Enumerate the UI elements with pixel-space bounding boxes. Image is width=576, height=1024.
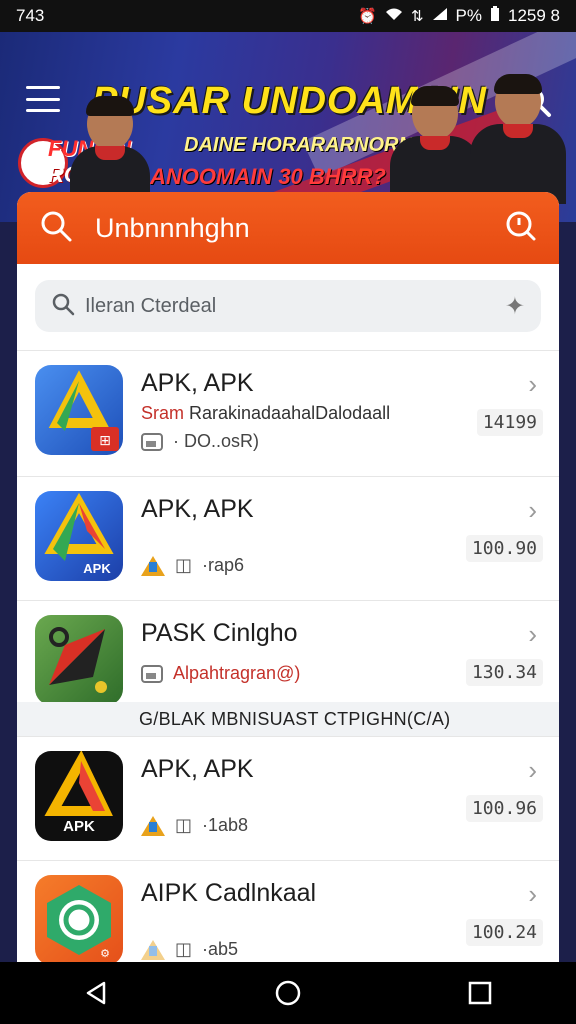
status-time: 743 <box>16 6 45 25</box>
chevron-right-icon[interactable]: › <box>528 495 537 526</box>
chat-icon: ⚙ <box>35 875 123 962</box>
drive-small-icon <box>141 939 165 960</box>
chevron-right-icon[interactable]: › <box>528 755 537 786</box>
app-desc: Sram RarakinadaahalDalodaall <box>141 403 390 424</box>
chevron-right-icon[interactable]: › <box>528 879 537 910</box>
apk-black-icon: APK <box>35 751 123 841</box>
app-price: 100.96 <box>465 795 543 822</box>
app-name: APK, APK <box>141 755 254 783</box>
sheet-title: Unbnnnhghn <box>95 212 250 243</box>
signal-icon <box>432 7 448 25</box>
recents-icon[interactable] <box>460 973 500 1013</box>
box-icon: ◫ <box>175 815 193 835</box>
app-price: 100.24 <box>465 919 543 946</box>
navigation-bar <box>0 962 576 1024</box>
drive-apk-icon: APK <box>35 491 123 581</box>
list-item[interactable]: APK APK, APK ◫ ·1ab8 › 100.96 <box>17 736 559 860</box>
status-icons: ⏰ ⇅ P% 1259 8 <box>358 6 560 26</box>
search-placeholder: Ileran Cterdeal <box>85 294 217 317</box>
box-icon: ◫ <box>175 555 193 575</box>
sheet-header: Unbnnnhghn <box>17 192 559 264</box>
drive-small-icon <box>141 815 165 836</box>
menu-icon[interactable] <box>26 86 60 112</box>
app-name: AIPK Cadlnkaal <box>141 879 317 907</box>
app-meta: · DO..osR) <box>141 431 259 452</box>
app-meta-text: · DO..osR) <box>173 431 260 451</box>
data-icon: ⇅ <box>410 8 424 25</box>
banner-subtitle-2: ANOOMAIN 30 BHRR? <box>150 164 386 189</box>
list-item[interactable]: ⚙ AIPK Cadlnkaal ◫ ·ab5 › 100.24 <box>17 860 559 962</box>
app-meta: ◫ ·ab5 <box>141 939 238 960</box>
sparkle-icon[interactable]: ✦ <box>505 292 525 321</box>
svg-text:⚙: ⚙ <box>100 948 110 960</box>
alarm-icon: ⏰ <box>358 8 377 25</box>
app-name: PASK Cinlgho <box>141 619 298 647</box>
list-item[interactable]: ⊞ APK, APK Sram RarakinadaahalDalodaall … <box>17 350 559 474</box>
image-icon <box>141 432 163 451</box>
app-name: APK, APK <box>141 495 254 523</box>
clock-icon[interactable] <box>505 210 537 247</box>
section-label: G/BLAK MBNISUAST CTPIGHN(C/A) <box>17 702 559 736</box>
svg-text:APK: APK <box>83 561 111 576</box>
chevron-right-icon[interactable]: › <box>528 619 537 650</box>
app-desc-prefix: Sram <box>141 403 190 423</box>
app-desc-rest: RarakinadaahalDalodaall <box>189 403 391 423</box>
app-meta-text: ·ab5 <box>202 939 239 959</box>
app-price: 14199 <box>476 409 543 436</box>
image-icon <box>141 664 163 683</box>
list-item[interactable]: APK APK, APK ◫ ·rap6 › 100.90 <box>17 476 559 600</box>
app-meta: ◫ ·rap6 <box>141 555 244 576</box>
app-price: 130.34 <box>465 659 543 686</box>
app-name: APK, APK <box>141 369 254 397</box>
compass-icon <box>35 615 123 705</box>
home-icon[interactable] <box>268 973 308 1013</box>
app-meta-text: Alpahtragran@) <box>173 663 301 683</box>
drive-small-icon <box>141 555 165 576</box>
app-price: 100.90 <box>465 535 543 562</box>
app-list-sheet: Unbnnnhghn Ileran Cterdeal ✦ ⊞ APK, APK … <box>17 192 559 962</box>
app-meta: Alpahtragran@) <box>141 663 300 684</box>
search-icon[interactable] <box>39 209 73 248</box>
svg-text:APK: APK <box>63 818 95 835</box>
app-meta-text: ·rap6 <box>202 555 245 575</box>
search-input[interactable]: Ileran Cterdeal ✦ <box>35 280 541 332</box>
battery-icon <box>490 6 500 26</box>
back-icon[interactable] <box>76 973 116 1013</box>
svg-text:⊞: ⊞ <box>99 433 111 449</box>
box-icon: ◫ <box>175 939 193 959</box>
status-clock: 1259 8 <box>508 6 560 25</box>
search-icon <box>51 292 75 321</box>
app-meta: ◫ ·1ab8 <box>141 815 248 836</box>
drive-icon: ⊞ <box>35 365 123 455</box>
status-bar: 743 ⏰ ⇅ P% 1259 8 <box>0 0 576 32</box>
wifi-icon <box>385 7 403 25</box>
battery-percent: P% <box>455 6 482 25</box>
chevron-right-icon[interactable]: › <box>528 369 537 400</box>
app-meta-text: ·1ab8 <box>202 815 249 835</box>
